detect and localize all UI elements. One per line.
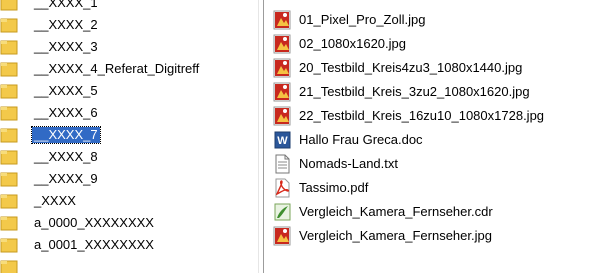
tree-item[interactable]: _XXXX (0, 190, 258, 212)
jpg-icon (273, 58, 291, 78)
open-folder-icon (0, 128, 18, 143)
tree-item-label: __XXXX_3 (34, 39, 98, 54)
folder-icon (0, 216, 18, 231)
file-item-label: 21_Testbild_Kreis_3zu2_1080x1620.jpg (299, 84, 530, 99)
jpg-icon (273, 106, 291, 126)
folder-tree-pane: __XXXX_1 __XXXX_2 __XXXX_3 __XXXX_4_Refe… (0, 0, 258, 273)
tree-item-label: __XXXX_4_Referat_Digitreff (34, 61, 200, 76)
tree-item-label: __XXXX_7 (31, 126, 101, 144)
file-item[interactable]: Nomads-Land.txt (268, 152, 591, 176)
tree-item[interactable]: a_0000_XXXXXXXX (0, 212, 258, 234)
file-item-label: 20_Testbild_Kreis4zu3_1080x1440.jpg (299, 60, 523, 75)
file-item-label: Nomads-Land.txt (299, 156, 398, 171)
folder-icon (0, 106, 18, 121)
tree-item-label: __XXXX_1 (34, 0, 98, 10)
file-item[interactable]: Vergleich_Kamera_Fernseher.cdr (268, 200, 591, 224)
folder-icon (0, 172, 18, 187)
file-item[interactable]: 21_Testbild_Kreis_3zu2_1080x1620.jpg (268, 80, 591, 104)
tree-item[interactable]: __XXXX_4_Referat_Digitreff (0, 58, 258, 80)
folder-icon (0, 194, 18, 209)
folder-icon (0, 40, 18, 55)
folder-icon (0, 150, 18, 165)
tree-item-label: __XXXX_8 (34, 149, 98, 164)
pdf-icon (275, 178, 290, 198)
file-item[interactable]: W Hallo Frau Greca.doc (268, 128, 591, 152)
file-item[interactable]: 02_1080x1620.jpg (268, 32, 591, 56)
tree-item[interactable]: __XXXX_8 (0, 146, 258, 168)
tree-item[interactable]: __XXXX_1 (0, 0, 258, 14)
file-item-label: Vergleich_Kamera_Fernseher.cdr (299, 204, 493, 219)
word-doc-icon: W (274, 131, 291, 149)
folder-icon (0, 0, 18, 11)
file-item[interactable]: 20_Testbild_Kreis4zu3_1080x1440.jpg (268, 56, 591, 80)
file-item-label: Hallo Frau Greca.doc (299, 132, 423, 147)
tree-item[interactable]: __XXXX_9 (0, 168, 258, 190)
file-item[interactable]: Tassimo.pdf (268, 176, 591, 200)
file-item-label: Tassimo.pdf (299, 180, 369, 195)
tree-item[interactable]: a_0001_XXXXXXXX (0, 234, 258, 256)
tree-item-label: __XXXX_9 (34, 171, 98, 186)
file-item[interactable]: 22_Testbild_Kreis_16zu10_1080x1728.jpg (268, 104, 591, 128)
tree-item[interactable]: __XXXX_3 (0, 36, 258, 58)
jpg-icon (273, 10, 291, 30)
jpg-icon (273, 226, 291, 246)
tree-item-label: __XXXX_6 (34, 105, 98, 120)
tree-item-label: _XXXX (34, 193, 76, 208)
folder-icon (0, 84, 18, 99)
file-item-label: 02_1080x1620.jpg (299, 36, 406, 51)
tree-item[interactable]: __XXXX_6 (0, 102, 258, 124)
folder-icon (0, 62, 18, 77)
file-item-label: 22_Testbild_Kreis_16zu10_1080x1728.jpg (299, 108, 545, 123)
file-item[interactable]: 01_Pixel_Pro_Zoll.jpg (268, 8, 591, 32)
tree-item-label: a_0001_XXXXXXXX (34, 237, 154, 252)
tree-item-label: __XXXX_2 (34, 17, 98, 32)
svg-text:W: W (277, 135, 288, 147)
tree-item[interactable]: __XXXX_2 (0, 14, 258, 36)
folder-icon (0, 238, 18, 253)
file-item-label: 01_Pixel_Pro_Zoll.jpg (299, 12, 426, 27)
coreldraw-icon (274, 203, 291, 221)
jpg-icon (273, 82, 291, 102)
file-item-label: Vergleich_Kamera_Fernseher.jpg (299, 228, 492, 243)
tree-item[interactable]: __XXXX_5 (0, 80, 258, 102)
folder-icon (0, 18, 18, 33)
tree-item-label: __XXXX_5 (34, 83, 98, 98)
file-list-pane: 01_Pixel_Pro_Zoll.jpg 02_1080x1620.jpg 2… (268, 0, 591, 273)
tree-item-label: a_0000_XXXXXXXX (34, 215, 154, 230)
folder-icon (0, 260, 18, 273)
jpg-icon (273, 34, 291, 54)
tree-item[interactable] (0, 256, 258, 273)
file-item[interactable]: Vergleich_Kamera_Fernseher.jpg (268, 224, 591, 248)
tree-item-selected[interactable]: __XXXX_7 (0, 124, 258, 146)
text-file-icon (275, 154, 290, 174)
